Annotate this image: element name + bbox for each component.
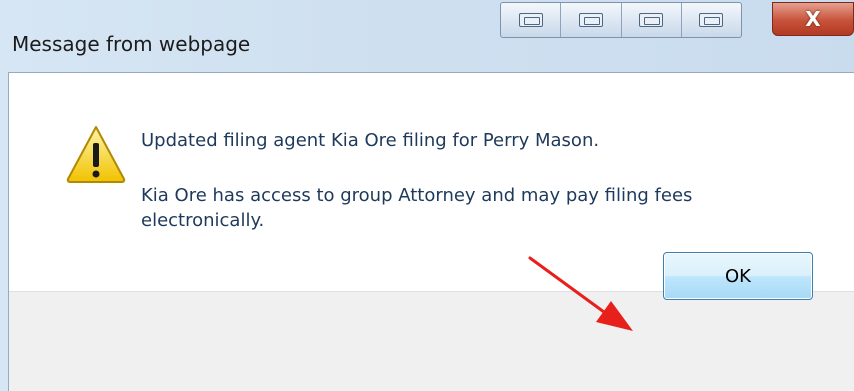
close-icon: X (805, 7, 821, 31)
view-icon (518, 13, 543, 27)
message-line-2: Kia Ore has access to group Attorney and… (141, 185, 693, 231)
message-line-1: Updated filing agent Kia Ore filing for … (141, 130, 600, 151)
warning-icon (66, 126, 126, 183)
dialog-window: Message from webpage X Updated filing ag… (0, 0, 854, 391)
view-icon (578, 13, 603, 27)
dialog-client-area: Updated filing agent Kia Ore filing for … (8, 72, 854, 391)
dialog-footer (9, 291, 854, 391)
titlebar-view-button-3[interactable] (622, 3, 682, 37)
titlebar-view-button-4[interactable] (682, 3, 741, 37)
window-title: Message from webpage (12, 32, 251, 56)
view-icon (699, 13, 724, 27)
titlebar-view-button-1[interactable] (501, 3, 562, 37)
view-icon (639, 13, 664, 27)
titlebar-button-group (500, 2, 742, 38)
titlebar-view-button-2[interactable] (561, 3, 622, 37)
ok-button[interactable]: OK (663, 252, 813, 300)
message-text: Updated filing agent Kia Ore filing for … (141, 128, 821, 233)
title-bar[interactable]: Message from webpage X (0, 0, 854, 70)
close-button[interactable]: X (772, 2, 854, 36)
